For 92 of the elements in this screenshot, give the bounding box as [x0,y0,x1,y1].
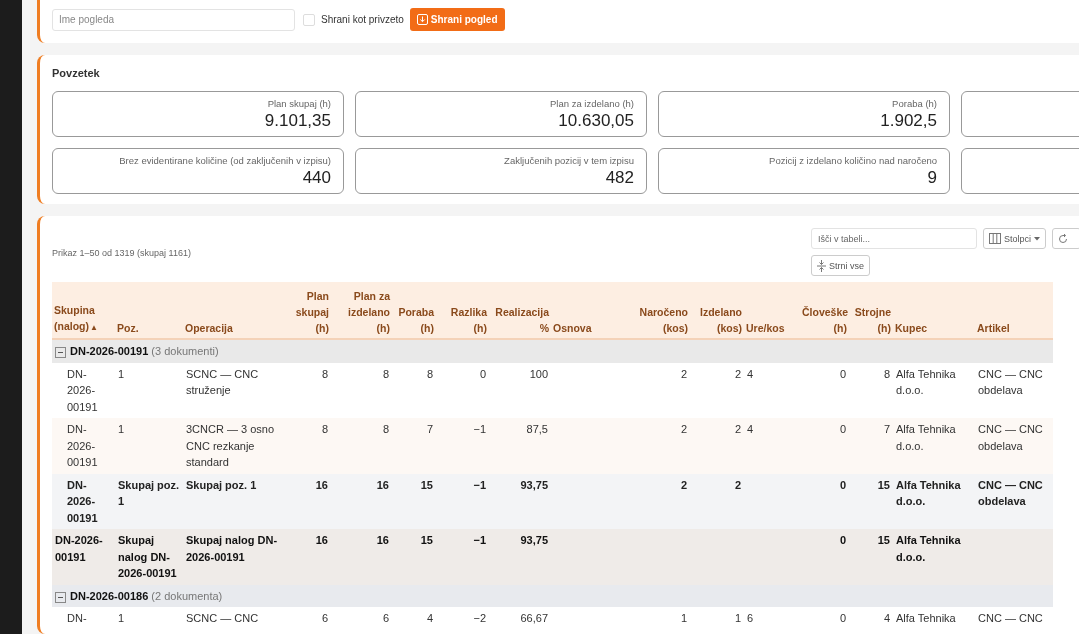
columns-button[interactable]: Stolpci [983,228,1047,249]
table-cell: 0 [800,529,849,585]
table-cell: CNC — CNC obdelava [975,362,1053,418]
table-cell: 93,75 [489,473,551,529]
column-header[interactable]: Razlika (h) [436,282,489,339]
checkbox-label[interactable]: Shrani kot privzeto [321,14,404,25]
column-header[interactable]: Operacija [183,282,290,339]
table-cell: 7 [392,418,436,474]
table-cell: 93,75 [489,529,551,585]
table-cell: 7 [849,418,893,474]
metric-value: 9.101,35 [264,111,331,131]
column-header[interactable]: Plan za izdelano (h) [331,282,392,339]
table-cell: 0 [800,418,849,474]
table-cell: SCNC — CNC struženje [183,362,290,418]
column-header[interactable]: Kupec [893,282,975,339]
table-cell: 1 [115,418,183,474]
table-cell: 2 [690,418,744,474]
table-cell: DN-2026-00191 [52,529,115,585]
table-cell: 16 [331,473,392,529]
table-cell: −1 [436,473,489,529]
table-cell: 0 [800,362,849,418]
table-cell: Skupaj poz. 1 [183,473,290,529]
metric-label: Pozicij z izdelano količino nad naročeno [769,155,937,166]
metric-label: Plan za izdelano (h) [550,98,634,109]
table-cell: DN-2026-00191 [52,362,115,418]
table-cell: 2 [690,473,744,529]
metric-value: 482 [605,168,634,188]
table-cell: 15 [392,529,436,585]
column-header[interactable]: Poraba (h) [392,282,436,339]
table-cell: 2 [630,362,690,418]
table-cell: 2 [630,418,690,474]
table-cell: 3CNCR — 3 osno CNC rezkanje standard [183,418,290,474]
group-header[interactable]: DN-2026-00191 (3 dokumenti) [52,339,1053,363]
column-header[interactable]: Skupina (nalog)▲ [52,282,115,339]
table-cell: DN-2026-00191 [52,418,115,474]
column-header[interactable]: Strojne (h) [849,282,893,339]
column-header[interactable]: Realizacija % [489,282,551,339]
table-cell: 4 [744,418,800,474]
table-cell: 100 [489,362,551,418]
metric-value: 9 [927,168,937,188]
table-cell: 0 [800,473,849,529]
table-cell: CNC — CNC obdelava [975,473,1053,529]
table-cell: CNC — CNC obdelava [975,418,1053,474]
table-cell: 1 [115,362,183,418]
metric-label: Plan skupaj (h) [267,98,331,109]
view-name-field[interactable]: Ime pogleda [52,8,295,31]
table-cell: 2 [690,362,744,418]
table-cell: Alfa Tehnika d.o.o. [893,473,975,529]
table-cell: 15 [849,529,893,585]
table-cell: 16 [331,529,392,585]
table-cell: Skupaj nalog DN-2026-00191 [115,529,183,585]
metric-label: Poraba (h) [892,98,937,109]
column-header[interactable]: Naročeno (kos) [630,282,690,339]
table-cell: 8 [392,362,436,418]
table-cell: 8 [849,362,893,418]
table-cell: 8 [290,362,331,418]
metric-label: Zaključenih pozicij v tem izpisu [504,155,634,166]
column-header[interactable]: Osnova [551,282,630,339]
metric-value: 440 [302,168,331,188]
group-header[interactable]: DN-2026-00186 (2 dokumenta) [52,584,1053,607]
search-field[interactable]: Išči v tabeli... [811,228,978,249]
column-header[interactable]: Človeške (h) [800,282,849,339]
table-cell: Alfa Tehnika d.o.o. [893,362,975,418]
table-cell: DN-2026-00191 [52,473,115,529]
column-header[interactable]: Izdelano (kos) [690,282,744,339]
table-cell: 15 [849,473,893,529]
table-cell: −1 [436,529,489,585]
metric-value: 10.630,05 [558,111,634,131]
table-cell: 8 [331,362,392,418]
table-cell: 15 [392,473,436,529]
section-title: Povzetek [52,67,101,79]
metric-label: Brez evidentirane količine (od zaključenih v izpisu) [119,155,331,166]
column-header[interactable]: Artikel [975,282,1053,339]
table-cell: Alfa Tehnika d.o.o. [893,529,975,585]
table-cell: 8 [290,418,331,474]
table-cell: 16 [290,529,331,585]
table-cell: −1 [436,418,489,474]
metric-value: 1.902,5 [880,111,937,131]
table-cell: 4 [744,362,800,418]
column-header[interactable]: Poz. [115,282,183,339]
table-cell: Skupaj poz. 1 [115,473,183,529]
table-cell: 2 [630,473,690,529]
table-cell: 0 [436,362,489,418]
collapse-all-button[interactable]: Strni vse [811,255,870,276]
table-cell: Skupaj nalog DN-2026-00191 [183,529,290,585]
table-cell: Alfa Tehnika d.o.o. [893,418,975,474]
table-cell: 16 [290,473,331,529]
table-cell: 8 [331,418,392,474]
column-header[interactable]: Plan skupaj (h) [290,282,331,339]
record-count: Prikaz 1–50 od 1319 (skupaj 1161) [52,248,192,260]
column-header[interactable]: Ure/kos [744,282,800,339]
table-cell: 87,5 [489,418,551,474]
